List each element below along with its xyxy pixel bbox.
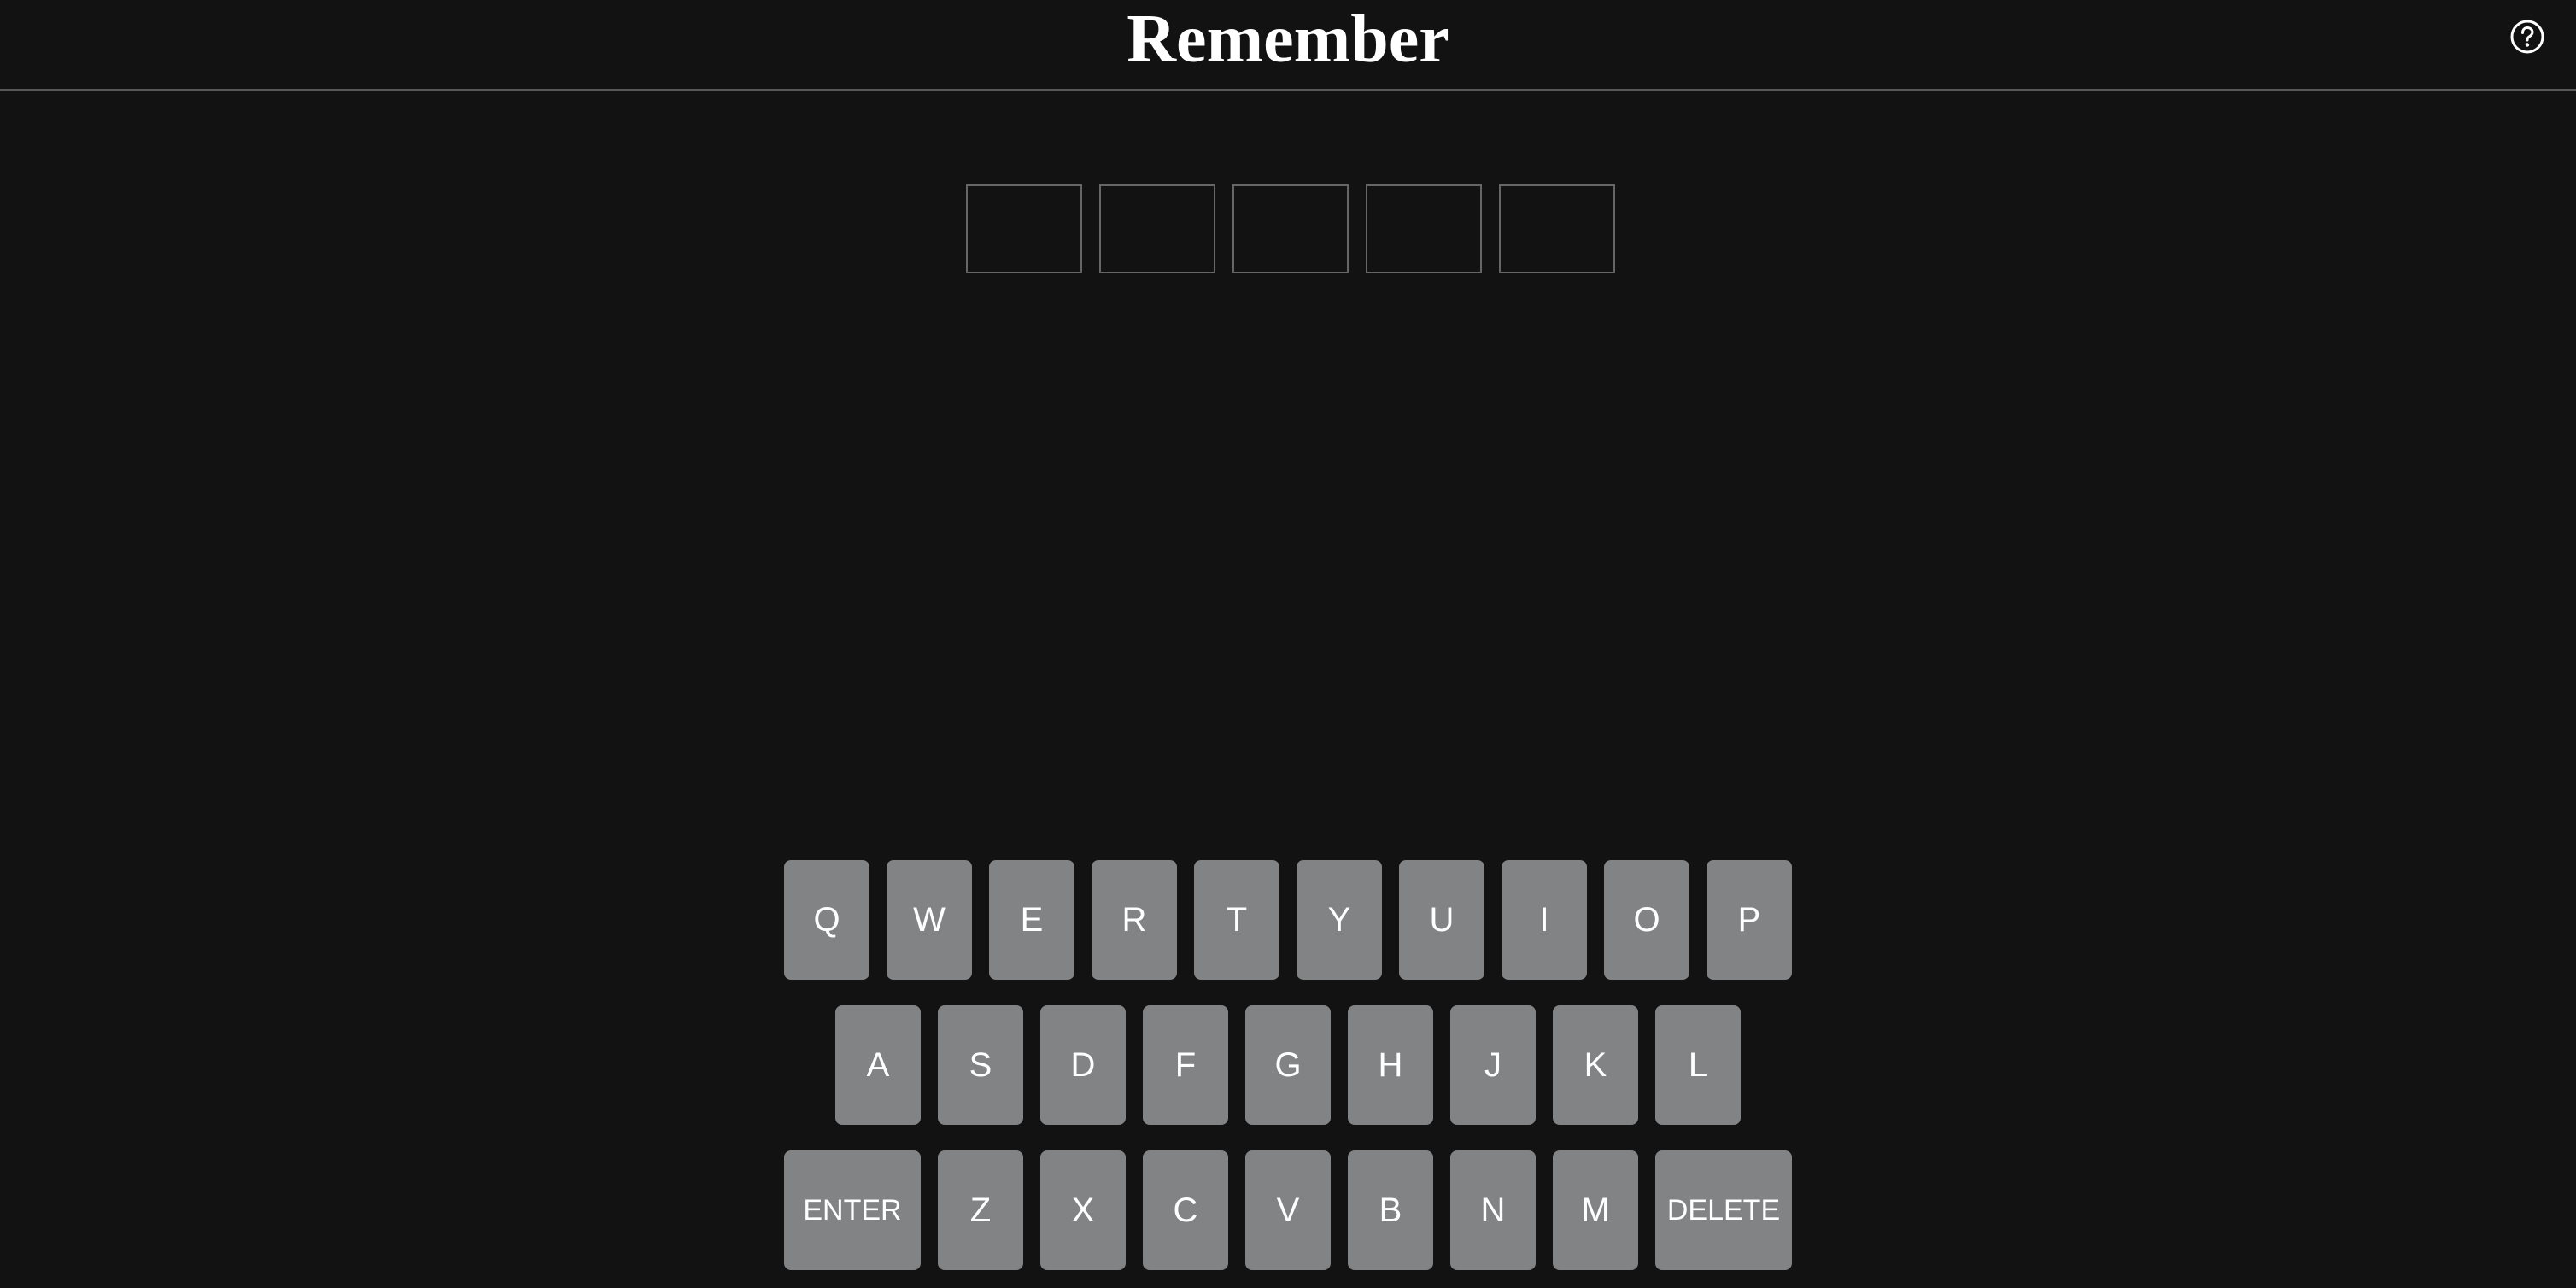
key-n[interactable]: N — [1450, 1150, 1536, 1270]
key-j[interactable]: J — [1450, 1005, 1536, 1125]
key-w[interactable]: W — [887, 860, 972, 980]
key-m[interactable]: M — [1553, 1150, 1638, 1270]
help-button[interactable] — [2509, 19, 2545, 55]
page-title: Remember — [1127, 2, 1449, 77]
letter-tile — [1232, 184, 1349, 273]
key-g[interactable]: G — [1245, 1005, 1331, 1125]
guess-row — [966, 184, 1615, 273]
letter-tile — [966, 184, 1082, 273]
key-k[interactable]: K — [1553, 1005, 1638, 1125]
header: Remember — [0, 0, 2576, 91]
key-p[interactable]: P — [1707, 860, 1792, 980]
keyboard-row-1: Q W E R T Y U I O P — [0, 860, 2576, 980]
enter-key[interactable]: ENTER — [784, 1150, 921, 1270]
key-x[interactable]: X — [1040, 1150, 1126, 1270]
keyboard-row-2: A S D F G H J K L — [0, 1005, 2576, 1125]
key-y[interactable]: Y — [1297, 860, 1382, 980]
key-u[interactable]: U — [1399, 860, 1484, 980]
key-l[interactable]: L — [1655, 1005, 1741, 1125]
letter-tile — [1099, 184, 1215, 273]
delete-key[interactable]: DELETE — [1655, 1150, 1792, 1270]
key-e[interactable]: E — [989, 860, 1074, 980]
key-b[interactable]: B — [1348, 1150, 1433, 1270]
key-t[interactable]: T — [1194, 860, 1279, 980]
key-f[interactable]: F — [1143, 1005, 1228, 1125]
letter-tile — [1366, 184, 1482, 273]
key-d[interactable]: D — [1040, 1005, 1126, 1125]
key-z[interactable]: Z — [938, 1150, 1023, 1270]
key-i[interactable]: I — [1502, 860, 1587, 980]
key-s[interactable]: S — [938, 1005, 1023, 1125]
keyboard-row-3: ENTER Z X C V B N M DELETE — [0, 1150, 2576, 1270]
key-o[interactable]: O — [1604, 860, 1689, 980]
question-circle-icon — [2509, 19, 2545, 55]
key-h[interactable]: H — [1348, 1005, 1433, 1125]
key-r[interactable]: R — [1092, 860, 1177, 980]
key-a[interactable]: A — [835, 1005, 921, 1125]
key-v[interactable]: V — [1245, 1150, 1331, 1270]
key-c[interactable]: C — [1143, 1150, 1228, 1270]
key-q[interactable]: Q — [784, 860, 869, 980]
letter-tile — [1499, 184, 1615, 273]
